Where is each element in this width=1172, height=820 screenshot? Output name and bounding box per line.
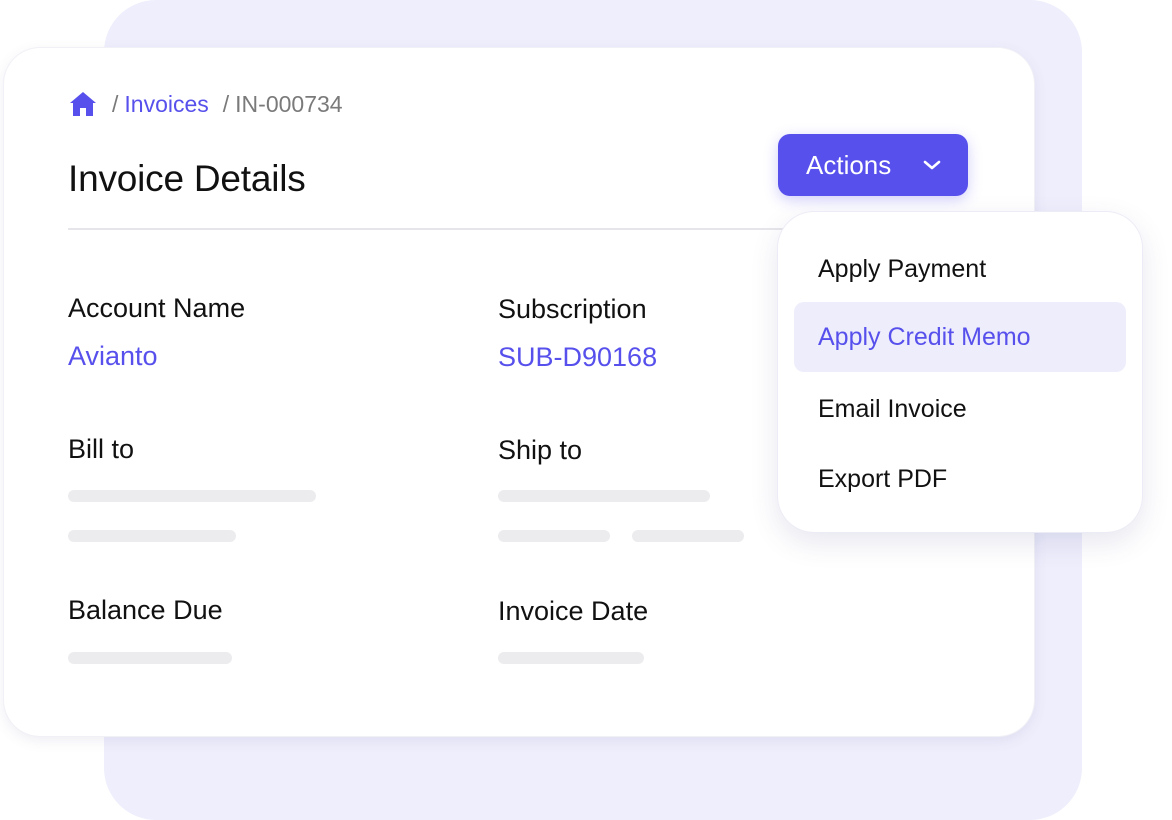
balance-due-label: Balance Due xyxy=(68,595,223,625)
breadcrumb-separator: / xyxy=(112,90,119,117)
page-title: Invoice Details xyxy=(68,158,306,199)
chevron-down-icon xyxy=(922,158,942,172)
menu-item-apply-payment[interactable]: Apply Payment xyxy=(794,234,1126,304)
actions-dropdown-menu: Apply Payment Apply Credit Memo Email In… xyxy=(778,212,1142,532)
breadcrumb-invoices-link[interactable]: Invoices xyxy=(124,91,208,118)
actions-button[interactable]: Actions xyxy=(778,134,968,196)
home-icon[interactable] xyxy=(68,90,98,118)
invoice-date-label: Invoice Date xyxy=(498,596,649,626)
subscription-link[interactable]: SUB-D90168 xyxy=(498,342,657,373)
invoice-date-skeleton-line xyxy=(498,652,644,664)
bill-to-skeleton-line xyxy=(68,490,316,502)
ship-to-label: Ship to xyxy=(498,435,583,465)
ship-to-skeleton-line xyxy=(498,530,610,542)
actions-button-label: Actions xyxy=(806,149,892,180)
menu-item-apply-credit-memo[interactable]: Apply Credit Memo xyxy=(794,302,1126,372)
bill-to-label: Bill to xyxy=(68,434,135,464)
account-name-label: Account Name xyxy=(68,293,246,323)
breadcrumb-current: IN-000734 xyxy=(235,90,343,117)
breadcrumb-separator: / xyxy=(222,90,230,117)
balance-due-skeleton-line xyxy=(68,652,232,664)
account-name-link[interactable]: Avianto xyxy=(68,341,158,372)
ship-to-skeleton-line xyxy=(498,490,710,502)
subscription-label: Subscription xyxy=(498,294,647,324)
bill-to-skeleton-line xyxy=(68,530,236,542)
breadcrumb: / Invoices / IN-000734 xyxy=(68,90,343,118)
menu-item-export-pdf[interactable]: Export PDF xyxy=(794,444,1126,514)
menu-item-email-invoice[interactable]: Email Invoice xyxy=(794,374,1126,444)
ship-to-skeleton-line xyxy=(632,530,744,542)
